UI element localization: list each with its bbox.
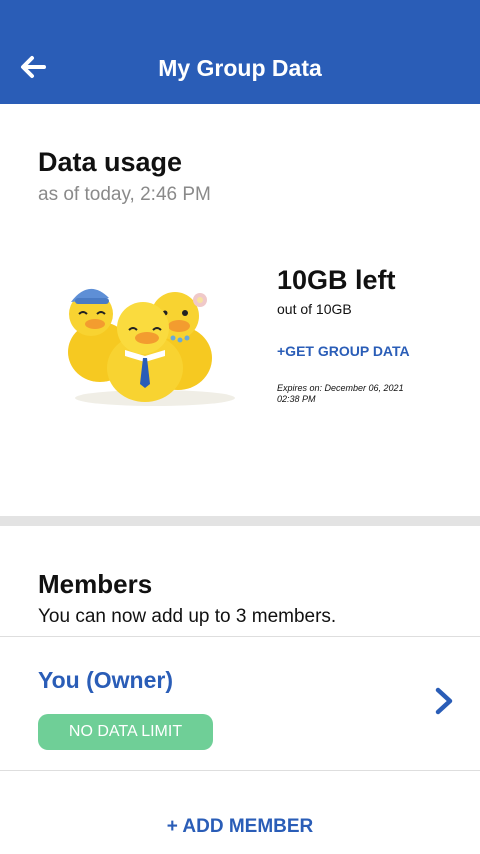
divider [0,770,480,771]
members-title: Members [38,569,153,599]
data-left-value: 10GB left [277,265,396,295]
expiry-date: Expires on: December 06, 2021 02:38 PM [277,383,404,404]
data-usage-title: Data usage [38,147,183,177]
member-row-owner[interactable]: You (Owner) NO DATA LIMIT [0,637,480,770]
chevron-right-icon[interactable] [432,686,456,716]
get-group-data-link[interactable]: +GET GROUP DATA [277,343,410,359]
members-subtitle: You can now add up to 3 members. [38,606,337,627]
data-total-value: out of 10GB [277,301,352,317]
app-header: My Group Data [0,0,480,104]
page-title: My Group Data [158,55,322,81]
member-name: You (Owner) [38,667,174,693]
data-limit-badge: NO DATA LIMIT [38,714,213,750]
ducks-illustration [68,288,235,406]
add-member-button[interactable]: + ADD MEMBER [0,816,480,838]
section-divider [0,516,480,526]
data-usage-timestamp: as of today, 2:46 PM [38,184,211,205]
